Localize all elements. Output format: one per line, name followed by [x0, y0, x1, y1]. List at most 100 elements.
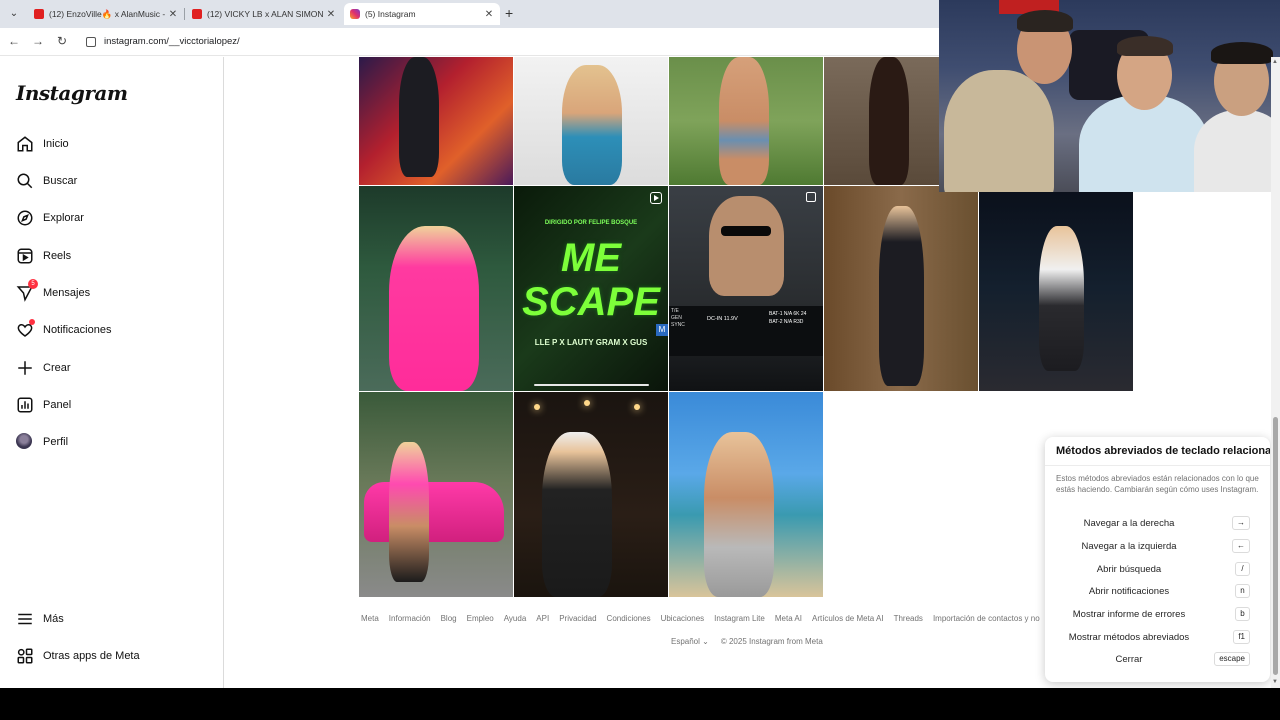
- camera-readout-battery: BAT-1 N/A 6K 24 BAT-2 N/A R3D: [769, 311, 807, 325]
- shortcut-row-close[interactable]: Cerrar escape: [1045, 652, 1270, 668]
- heart-icon: [16, 319, 35, 339]
- sidebar-item-crear[interactable]: Crear: [16, 356, 71, 380]
- footer-link[interactable]: Empleo: [467, 614, 494, 623]
- reels-icon: [16, 247, 34, 265]
- footer-link[interactable]: Threads: [894, 614, 923, 623]
- copyright: © 2025 Instagram from Meta: [720, 637, 823, 646]
- shortcut-label: Mostrar métodos abreviados: [1068, 632, 1190, 643]
- post-thumbnail[interactable]: [669, 392, 823, 597]
- camera-readout-left: T/E GEN SYNC: [671, 308, 685, 328]
- language-select[interactable]: Español ⌄: [671, 637, 709, 646]
- keyboard-shortcuts-panel: Métodos abreviados de teclado relacionad…: [1045, 437, 1270, 682]
- sidebar-item-perfil[interactable]: Perfil: [16, 430, 68, 454]
- browser-tab-active[interactable]: (5) Instagram ✕: [344, 3, 500, 25]
- footer-link[interactable]: Artículos de Meta AI: [812, 614, 884, 623]
- scrollbar-thumb[interactable]: [1273, 417, 1278, 675]
- forward-arrow-icon[interactable]: →: [30, 34, 46, 48]
- shortcuts-description: Estos métodos abreviados están relaciona…: [1056, 474, 1259, 494]
- shortcut-row: Mostrar métodos abreviados f1: [1045, 630, 1270, 646]
- close-icon[interactable]: ✕: [324, 9, 338, 20]
- footer-link[interactable]: Instagram Lite: [714, 614, 765, 623]
- more-menu-button[interactable]: Más: [16, 607, 64, 631]
- footer-link[interactable]: Ayuda: [504, 614, 527, 623]
- post-thumbnail[interactable]: [979, 186, 1133, 391]
- sidebar-item-label: Panel: [43, 399, 72, 411]
- sidebar-item-buscar[interactable]: Buscar: [16, 169, 77, 193]
- bottom-black-bar: [0, 688, 1280, 720]
- address-bar[interactable]: instagram.com/__vicctorialopez/: [104, 36, 240, 47]
- shortcut-key: f1: [1233, 630, 1250, 644]
- scroll-up-arrow-icon[interactable]: ▲: [1272, 59, 1278, 65]
- shortcuts-title: Métodos abreviados de teclado relacionad: [1056, 445, 1270, 457]
- tab-divider: [184, 8, 185, 20]
- post-thumbnail-reel[interactable]: DIRIGIDO POR FELIPE BOSQUE ME SCAPE LLE …: [514, 186, 668, 391]
- scroll-down-arrow-icon[interactable]: ▼: [1272, 679, 1278, 685]
- sidebar-item-label: Notificaciones: [43, 324, 112, 336]
- shortcut-row: Abrir notificaciones n: [1045, 584, 1270, 600]
- close-shortcuts-button[interactable]: Cerrar: [1045, 654, 1213, 665]
- browser-tab[interactable]: (12) VICKY LB x ALAN SIMONE ✕: [186, 3, 342, 25]
- footer-links: Meta Información Blog Empleo Ayuda API P…: [361, 614, 1045, 623]
- shortcut-label: Mostrar informe de errores: [1072, 609, 1186, 620]
- footer-link[interactable]: Privacidad: [559, 614, 596, 623]
- sidebar-item-panel[interactable]: Panel: [16, 393, 71, 417]
- shortcut-row: Navegar a la derecha →: [1045, 516, 1270, 532]
- shortcut-row: Navegar a la izquierda ←: [1045, 539, 1270, 555]
- post-thumbnail[interactable]: [669, 57, 823, 185]
- instagram-logo[interactable]: Instagram: [16, 81, 128, 105]
- footer-bottom: Español ⌄ © 2025 Instagram from Meta: [671, 637, 823, 646]
- reload-icon[interactable]: ↻: [54, 34, 70, 48]
- tab-title: (12) EnzoVille🔥 x AlanMusic -: [49, 8, 166, 19]
- home-icon: [16, 135, 34, 153]
- shortcut-key: ←: [1232, 539, 1250, 553]
- chart-icon: [16, 396, 34, 414]
- footer-link[interactable]: Meta: [361, 614, 379, 623]
- footer-link[interactable]: Blog: [441, 614, 457, 623]
- post-thumbnail[interactable]: [359, 186, 513, 391]
- close-icon[interactable]: ✕: [166, 9, 180, 20]
- back-arrow-icon[interactable]: ←: [6, 34, 22, 48]
- sidebar-item-notificaciones[interactable]: Notificaciones: [16, 318, 111, 342]
- new-tab-plus-icon[interactable]: +: [505, 6, 513, 20]
- sidebar-item-label: Inicio: [43, 138, 69, 150]
- sidebar-item-label: Mensajes: [43, 287, 91, 299]
- reel-artists-text: LLE P X LAUTY GRAM X GUS: [534, 338, 648, 347]
- sidebar-item-explorar[interactable]: Explorar: [16, 206, 84, 230]
- footer-link[interactable]: API: [536, 614, 549, 623]
- sidebar-item-mensajes[interactable]: 5 Mensajes: [16, 279, 91, 305]
- avatar: [16, 433, 34, 451]
- post-thumbnail[interactable]: [359, 392, 513, 597]
- page-scrollbar[interactable]: ▲ ▼: [1271, 57, 1280, 688]
- compass-icon: [16, 209, 34, 227]
- post-thumbnail[interactable]: [514, 57, 668, 185]
- sidebar-item-label: Crear: [43, 362, 71, 374]
- shortcut-key: n: [1235, 584, 1250, 598]
- footer-link[interactable]: Meta AI: [775, 614, 802, 623]
- youtube-icon: [192, 9, 202, 19]
- shortcut-label: Navegar a la izquierda: [1081, 541, 1177, 552]
- footer-link[interactable]: Ubicaciones: [661, 614, 705, 623]
- webcam-overlay: [939, 0, 1280, 192]
- search-icon: [16, 172, 34, 190]
- close-icon[interactable]: ✕: [482, 9, 496, 20]
- other-meta-apps-button[interactable]: Otras apps de Meta: [16, 644, 140, 668]
- sidebar-item-label: Perfil: [43, 436, 69, 448]
- post-thumbnail[interactable]: [514, 392, 668, 597]
- sidebar-item-inicio[interactable]: Inicio: [16, 132, 69, 156]
- footer-link[interactable]: Importación de contactos y no: [933, 614, 1040, 623]
- shortcut-key: →: [1232, 516, 1250, 530]
- tab-search-chevron-icon[interactable]: ⌄: [6, 6, 22, 22]
- post-thumbnail[interactable]: [359, 57, 513, 185]
- shortcut-label: Abrir notificaciones: [1088, 586, 1170, 597]
- shortcut-key: escape: [1214, 652, 1250, 666]
- post-thumbnail[interactable]: [824, 186, 978, 391]
- site-settings-icon[interactable]: [86, 37, 96, 47]
- browser-tab[interactable]: (12) EnzoVille🔥 x AlanMusic - ✕: [28, 3, 184, 25]
- footer-link[interactable]: Condiciones: [607, 614, 651, 623]
- other-apps-label: Otras apps de Meta: [43, 650, 140, 662]
- post-thumbnail[interactable]: T/E GEN SYNC DC-IN 11.9V BAT-1 N/A 6K 24 BA…: [669, 186, 823, 391]
- footer-link[interactable]: Información: [389, 614, 431, 623]
- sidebar-item-reels[interactable]: Reels: [16, 244, 71, 268]
- tab-title: (5) Instagram: [365, 9, 416, 19]
- chevron-down-icon: ⌄: [702, 637, 709, 646]
